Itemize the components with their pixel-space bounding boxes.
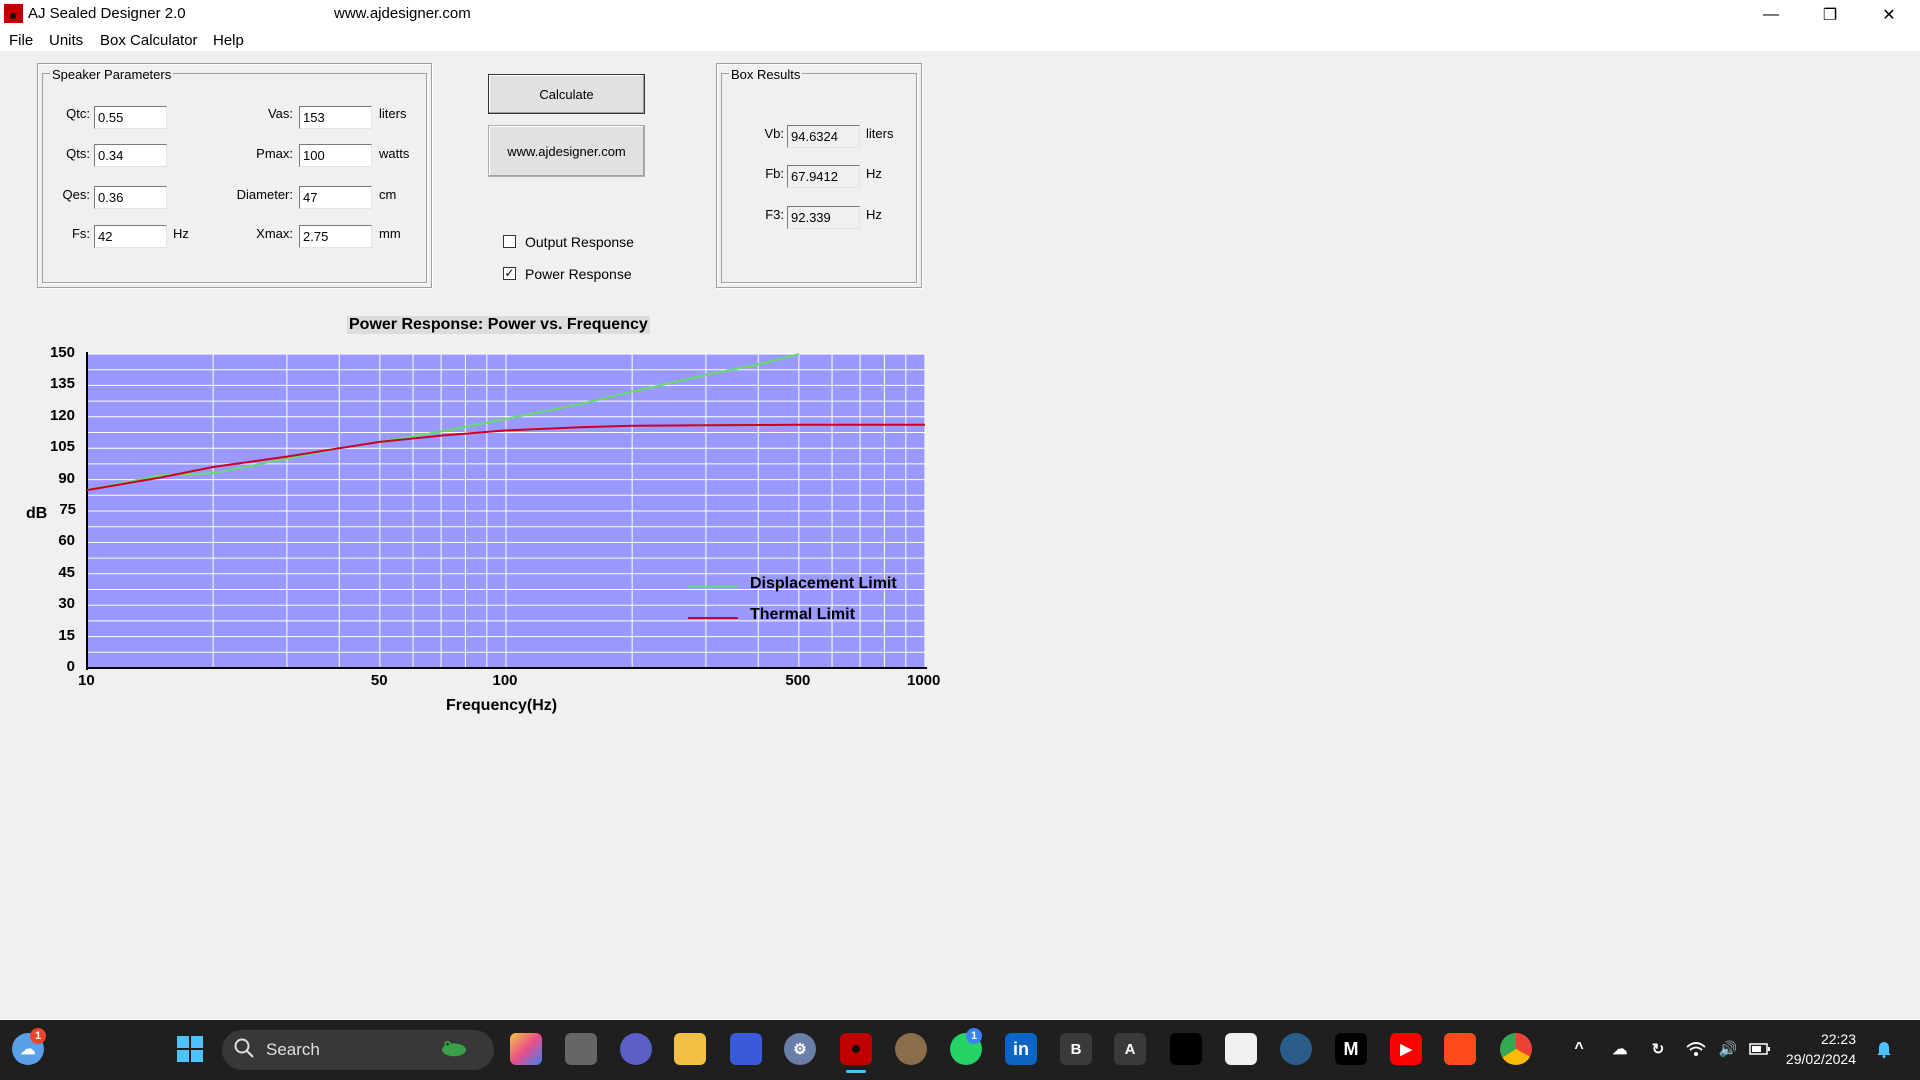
black-app-icon[interactable] bbox=[1170, 1033, 1202, 1065]
active-app-indicator bbox=[846, 1070, 866, 1073]
x-tick-label: 100 bbox=[492, 672, 518, 689]
x-tick-label: 1000 bbox=[907, 672, 941, 689]
speaker-volume-icon[interactable]: 🔊 bbox=[1712, 1033, 1744, 1065]
y-tick-label: 120 bbox=[49, 406, 75, 424]
b-app-icon[interactable]: B bbox=[1060, 1033, 1092, 1065]
search-icon bbox=[232, 1036, 256, 1060]
editor-icon[interactable] bbox=[730, 1033, 762, 1065]
legend-thermal-label: Thermal Limit bbox=[750, 606, 855, 623]
y-tick-label: 90 bbox=[58, 469, 75, 487]
y-tick-label: 45 bbox=[58, 563, 75, 581]
shopping-bag-icon[interactable] bbox=[1444, 1033, 1476, 1065]
x-tick-label: 50 bbox=[370, 672, 388, 689]
chevron-up-icon[interactable]: ^ bbox=[1563, 1033, 1595, 1065]
x-tick-label: 500 bbox=[785, 672, 811, 689]
teams-meet-icon[interactable] bbox=[620, 1033, 652, 1065]
y-tick-label: 150 bbox=[49, 344, 75, 361]
x-axis-label: Frequency(Hz) bbox=[446, 697, 558, 714]
settings-gear-icon[interactable]: ⚙ bbox=[784, 1033, 816, 1065]
linkedin-icon[interactable]: in bbox=[1005, 1033, 1037, 1065]
whatsapp-badge: 1 bbox=[966, 1028, 982, 1044]
sync-icon[interactable]: ↻ bbox=[1642, 1033, 1674, 1065]
y-tick-label: 15 bbox=[58, 626, 75, 644]
crest-icon[interactable] bbox=[895, 1033, 927, 1065]
chrome-icon[interactable] bbox=[1500, 1033, 1532, 1065]
aj-designer-taskbar-icon[interactable] bbox=[840, 1033, 872, 1065]
m-app-icon[interactable]: M bbox=[1335, 1033, 1367, 1065]
file-explorer-icon[interactable] bbox=[674, 1033, 706, 1065]
clock-time[interactable]: 22:23 bbox=[1780, 1031, 1856, 1047]
onedrive-icon[interactable]: ☁ bbox=[1604, 1033, 1636, 1065]
snipping-tool-icon[interactable] bbox=[1225, 1033, 1257, 1065]
office-icon[interactable] bbox=[510, 1033, 542, 1065]
a-app-icon[interactable]: A bbox=[1114, 1033, 1146, 1065]
wifi-icon[interactable] bbox=[1680, 1033, 1712, 1065]
x-tick-label: 10 bbox=[78, 672, 95, 689]
avatar-app-icon[interactable] bbox=[1280, 1033, 1312, 1065]
search-highlight-frog-icon bbox=[438, 1033, 470, 1065]
clock-date[interactable]: 29/02/2024 bbox=[1772, 1051, 1856, 1067]
legend-displacement-label: Displacement Limit bbox=[750, 575, 897, 592]
y-tick-label: 30 bbox=[58, 595, 75, 613]
y-tick-label: 135 bbox=[49, 375, 75, 393]
task-view-icon[interactable] bbox=[565, 1033, 597, 1065]
youtube-icon[interactable]: ▶ bbox=[1390, 1033, 1422, 1065]
y-tick-label: 75 bbox=[59, 501, 76, 518]
notification-bell-icon[interactable] bbox=[1868, 1033, 1900, 1065]
weather-badge: 1 bbox=[30, 1028, 46, 1044]
y-tick-label: 0 bbox=[66, 658, 75, 675]
search-placeholder: Search bbox=[266, 1040, 320, 1059]
power-response-chart bbox=[86, 352, 927, 670]
y-tick-label: 60 bbox=[58, 532, 75, 550]
start-icon[interactable] bbox=[174, 1033, 206, 1065]
y-tick-label: 105 bbox=[49, 438, 75, 456]
